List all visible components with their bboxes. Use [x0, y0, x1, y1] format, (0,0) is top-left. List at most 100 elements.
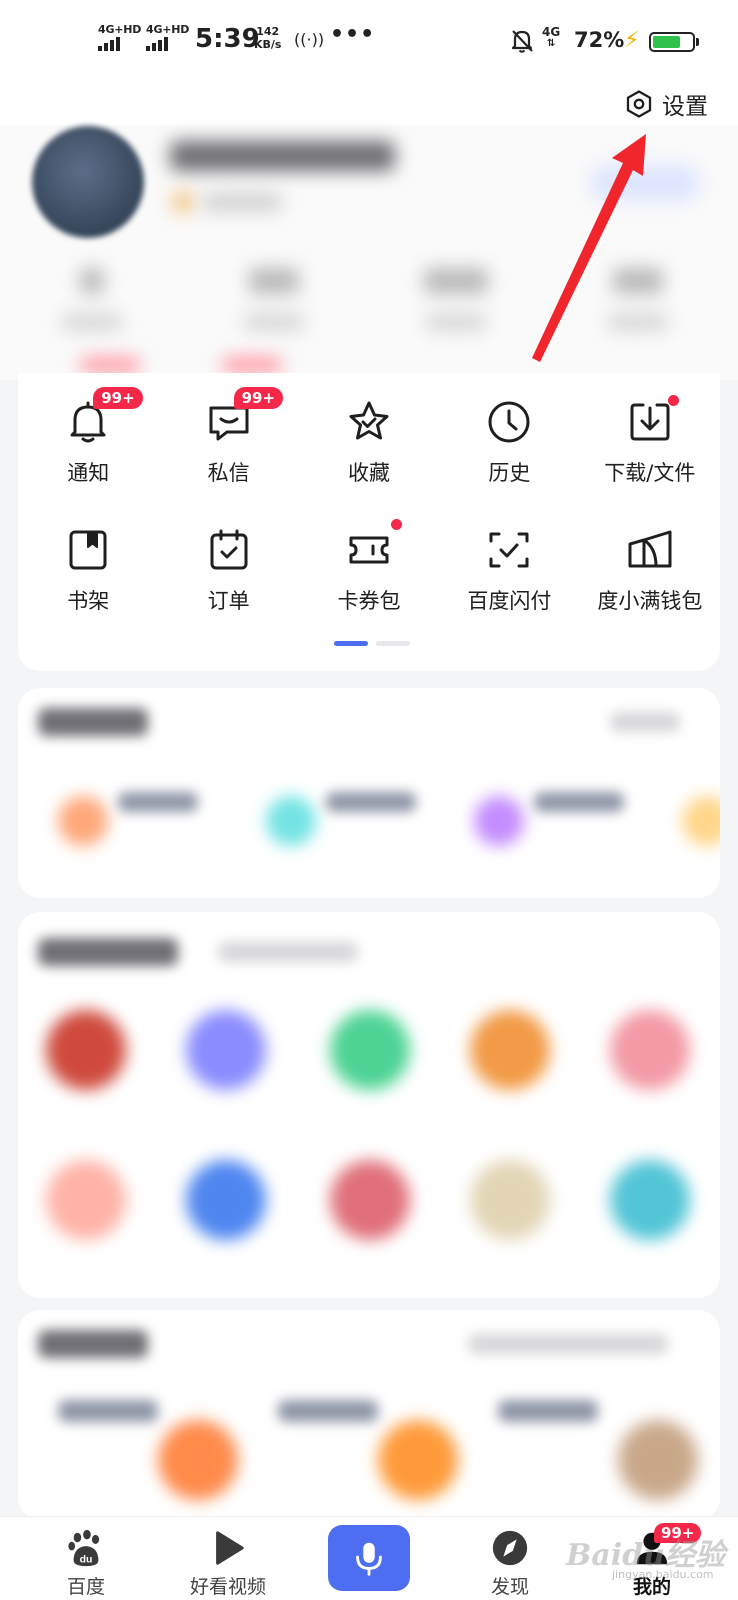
bell-muted-icon — [511, 30, 533, 53]
recommend-image-placeholder — [158, 1420, 238, 1500]
compass-icon — [492, 1530, 528, 1566]
signal-sim1-icon: 4G+HD — [98, 24, 141, 51]
network-speed: 142 KB/s — [254, 25, 281, 51]
avatar[interactable] — [32, 126, 144, 238]
service-text-placeholder — [534, 792, 624, 812]
stat-placeholder — [234, 268, 314, 330]
voice-search-button[interactable] — [328, 1525, 410, 1591]
new-coupon-dot — [391, 519, 403, 530]
hotspot-icon: ((·)) — [294, 30, 325, 49]
app-icon-placeholder — [330, 1010, 410, 1090]
menu-item-label: 订单 — [207, 589, 250, 613]
profile-action-placeholder — [590, 165, 700, 201]
menu-item-coupons[interactable]: 卡券包 — [299, 519, 439, 615]
menu-item-label: 度小满钱包 — [597, 589, 703, 613]
play-icon — [216, 1531, 244, 1565]
battery-percent: 72% — [574, 28, 625, 52]
username-placeholder — [170, 141, 395, 171]
blurred-card-apps — [18, 912, 720, 1298]
nav-item-baidu[interactable]: du 百度 — [26, 1527, 146, 1599]
card-more-placeholder — [468, 1334, 668, 1354]
wallet-icon — [628, 530, 672, 568]
blurred-card-services — [18, 688, 720, 898]
menu-item-label: 历史 — [488, 461, 531, 485]
stat-placeholder — [598, 268, 678, 330]
service-icon-placeholder — [682, 796, 720, 846]
mobile-data-icon: 4G ⇅ — [542, 25, 561, 49]
network-speed-unit: KB/s — [254, 38, 282, 51]
service-icon-placeholder — [58, 796, 108, 846]
card-title-placeholder — [38, 708, 148, 736]
coupon-icon — [349, 536, 389, 564]
svg-text:du: du — [80, 1554, 93, 1565]
app-icon-placeholder — [46, 1160, 126, 1240]
app-icon-placeholder — [186, 1160, 266, 1240]
menu-item-label: 通知 — [67, 461, 110, 485]
nav-item-discover[interactable]: 发现 — [450, 1527, 570, 1599]
net-type-label: 4G — [542, 25, 561, 39]
settings-label: 设置 — [662, 94, 708, 120]
app-icon-placeholder — [610, 1160, 690, 1240]
menu-item-label: 卡券包 — [337, 589, 401, 613]
menu-item-downloads[interactable]: 下载/文件 — [580, 395, 720, 487]
recommend-text-placeholder — [278, 1400, 378, 1422]
nav-item-haokan-video[interactable]: 好看视频 — [168, 1527, 288, 1599]
menu-item-label: 收藏 — [348, 461, 391, 485]
battery-level-fill — [653, 36, 681, 48]
menu-item-notifications[interactable]: 99+ 通知 — [18, 387, 158, 487]
page-header: 设置 — [0, 84, 738, 130]
service-text-placeholder — [326, 792, 416, 812]
clock-time: 5:39 — [195, 24, 260, 54]
app-icon-placeholder — [330, 1160, 410, 1240]
watermark-url: jingyan.baidu.com — [612, 1568, 714, 1581]
pager-dot-active — [334, 641, 368, 646]
recommend-text-placeholder — [498, 1400, 598, 1422]
settings-button[interactable]: 设置 — [624, 87, 708, 121]
nav-item-label: 百度 — [66, 1576, 105, 1598]
message-count-badge: 99+ — [233, 387, 284, 409]
quick-menu-row-2: 书架 订单 卡券包 百度闪付 度小满钱包 — [18, 519, 720, 615]
app-icon-placeholder — [470, 1010, 550, 1090]
microphone-icon — [356, 1542, 382, 1576]
menu-item-bookshelf[interactable]: 书架 — [18, 525, 158, 615]
menu-item-label: 私信 — [207, 461, 250, 485]
signal-sim2-icon: 4G+HD — [146, 24, 189, 51]
battery-icon — [649, 32, 699, 52]
menu-item-label: 下载/文件 — [604, 461, 696, 485]
recommend-image-placeholder — [618, 1420, 698, 1500]
pager-dot — [376, 641, 410, 646]
order-icon — [210, 529, 248, 570]
card-title-placeholder — [38, 938, 178, 966]
menu-item-baidu-pay[interactable]: 百度闪付 — [439, 525, 579, 615]
status-bar: 4G+HD 4G+HD 5:39 142 KB/s ((·)) ••• 4G ⇅… — [0, 0, 738, 84]
new-download-dot — [667, 395, 679, 406]
menu-item-label: 书架 — [67, 589, 110, 613]
card-subtitle-placeholder — [218, 942, 358, 962]
menu-item-wallet[interactable]: 度小满钱包 — [580, 525, 720, 615]
menu-item-orders[interactable]: 订单 — [158, 525, 298, 615]
bookshelf-icon — [69, 530, 107, 570]
recommend-image-placeholder — [378, 1420, 458, 1500]
app-icon-placeholder — [46, 1010, 126, 1090]
app-icon-placeholder — [470, 1160, 550, 1240]
stat-placeholder — [416, 268, 496, 330]
app-icon-placeholder — [610, 1010, 690, 1090]
badge-placeholder — [80, 358, 140, 372]
level-text-placeholder — [202, 193, 282, 211]
nav-item-label: 好看视频 — [189, 1576, 266, 1598]
clock-icon — [488, 401, 530, 443]
stat-placeholder — [52, 268, 132, 330]
menu-item-history[interactable]: 历史 — [439, 397, 579, 487]
quick-menu-pager[interactable] — [334, 641, 410, 646]
menu-item-messages[interactable]: 99+ 私信 — [158, 387, 298, 487]
baidu-paw-icon: du — [68, 1529, 100, 1567]
menu-item-favorites[interactable]: 收藏 — [299, 397, 439, 487]
menu-item-label: 百度闪付 — [467, 589, 552, 613]
sim2-network-label: 4G+HD — [146, 23, 190, 36]
recommend-text-placeholder — [58, 1400, 158, 1422]
app-icon-placeholder — [186, 1010, 266, 1090]
service-icon-placeholder — [474, 796, 524, 846]
quick-menu-row-1: 99+ 通知 99+ 私信 收藏 历史 下载/文件 — [18, 387, 720, 487]
network-speed-value: 142 — [256, 25, 280, 38]
card-more-placeholder — [610, 712, 680, 732]
